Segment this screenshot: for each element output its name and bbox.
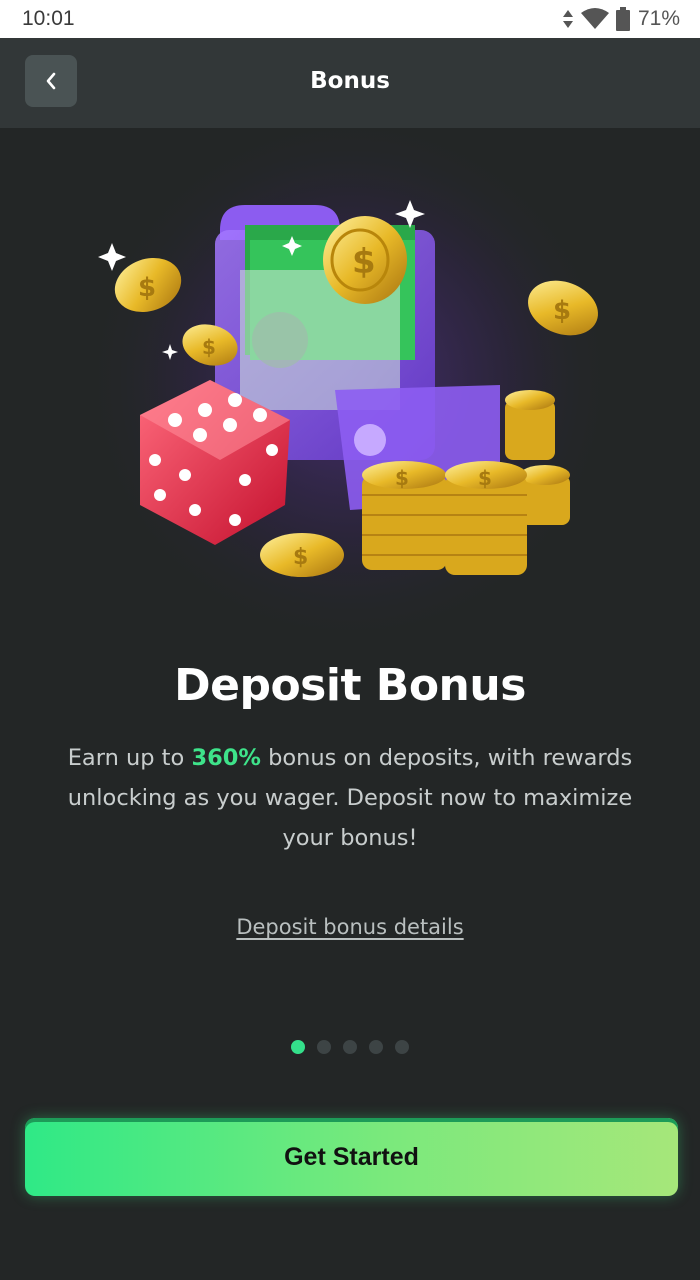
carousel-pager	[0, 1040, 700, 1054]
svg-text:$: $	[293, 545, 308, 570]
svg-text:$: $	[138, 273, 156, 303]
details-link-wrap: Deposit bonus details	[0, 915, 700, 939]
svg-text:$: $	[395, 466, 409, 490]
battery-icon	[615, 7, 630, 31]
data-arrows-icon	[562, 10, 573, 28]
status-icons	[562, 7, 630, 31]
promo-title: Deposit Bonus	[174, 660, 526, 711]
status-right: 71%	[562, 7, 680, 31]
wifi-icon	[580, 8, 609, 29]
bonus-percentage: 360%	[191, 745, 261, 771]
pager-dot-4[interactable]	[369, 1040, 383, 1054]
promo-description: Earn up to 360% bonus on deposits, with …	[40, 738, 660, 858]
pager-dot-2[interactable]	[317, 1040, 331, 1054]
pager-dot-3[interactable]	[343, 1040, 357, 1054]
get-started-button[interactable]: Get Started	[25, 1118, 678, 1196]
pager-dot-5[interactable]	[395, 1040, 409, 1054]
deposit-bonus-details-link[interactable]: Deposit bonus details	[236, 915, 463, 939]
status-bar: 10:01 71%	[0, 0, 700, 38]
top-header: Bonus	[0, 38, 700, 128]
svg-text:$: $	[553, 296, 571, 326]
deposit-bonus-illustration: $ $ $ $ $ $ $	[80, 130, 620, 630]
get-started-label: Get Started	[284, 1142, 419, 1171]
promo-desc-pre: Earn up to	[67, 745, 192, 771]
page-title: Bonus	[310, 68, 390, 94]
cta-wrap: Get Started	[25, 1118, 678, 1196]
status-time: 10:01	[22, 7, 75, 30]
svg-text:$: $	[352, 242, 376, 282]
svg-text:$: $	[202, 335, 216, 359]
pager-dot-1[interactable]	[291, 1040, 305, 1054]
svg-text:$: $	[478, 466, 492, 490]
battery-percentage: 71%	[637, 7, 680, 30]
